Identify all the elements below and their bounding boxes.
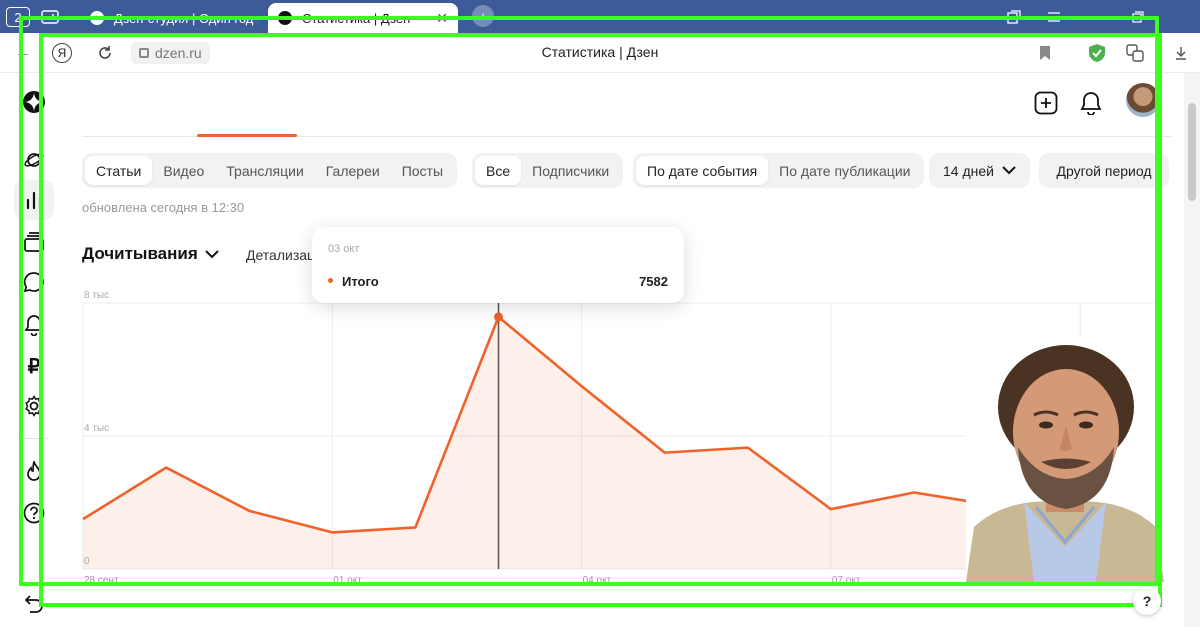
planet-icon[interactable] [22,148,46,172]
y-tick-label: 8 тыс [84,290,110,301]
dzen-logo-icon[interactable] [22,90,46,114]
tooltip-series-name: Итого [342,274,379,289]
x-tick-label: 28 сент [84,575,119,586]
ruble-icon[interactable]: ₽ [22,354,46,378]
x-tick-label: 04 окт [582,575,612,586]
downloads-icon[interactable] [1170,42,1192,64]
tab-all[interactable]: Все [475,156,522,185]
avatar[interactable] [1126,83,1160,117]
tab-by-event-date[interactable]: По дате события [636,156,769,185]
tabs-grid-icon[interactable] [38,6,62,28]
dzen-favicon-icon [90,11,104,25]
tab-streams[interactable]: Трансляции [215,156,314,185]
translate-icon[interactable] [1124,42,1146,64]
x-tick-label: 07 окт [831,575,861,586]
tab-statistics[interactable]: Статистика | Дзен ✕ [268,3,458,33]
tab-title: Дзен-студия | Один год н [114,10,258,26]
y-tick-label: 4 тыс [84,423,110,434]
metric-selector[interactable]: Дочитывания [82,244,219,264]
chart-tooltip: 03 окт Итого 7582 [312,227,684,303]
help-circle-icon[interactable] [22,501,46,525]
person-photo [966,337,1164,582]
chevron-down-icon [205,249,219,258]
help-bubble-button[interactable]: ? [1133,587,1161,615]
notifications-bell-icon[interactable] [22,313,46,337]
fire-icon[interactable] [22,460,46,484]
series-color-dot [328,278,333,283]
date-mode-segment: По дате события По дате публикации [633,153,925,188]
window-title: Статистика | Дзен [541,44,659,60]
highlighted-data-point [494,312,504,322]
create-plus-icon[interactable] [1033,90,1059,116]
chevron-down-icon [1002,166,1016,175]
tab-video[interactable]: Видео [152,156,215,185]
period-label: 14 дней [943,162,994,179]
bell-icon[interactable] [1078,90,1104,116]
dzen-favicon-icon [278,11,292,25]
audience-segment: Все Подписчики [472,153,624,188]
tab-counter-icon[interactable]: 2 [6,7,30,27]
tab-articles[interactable]: Статьи [85,156,153,185]
rail-divider [22,438,48,439]
other-period-button[interactable]: Другой период [1039,153,1169,188]
close-tab-icon[interactable]: ✕ [436,10,448,27]
tab-counter: 2 [14,9,22,25]
comments-icon[interactable] [22,270,46,294]
collections-icon[interactable] [1002,6,1026,28]
address-bar: ← Я dzen.ru Статистика | Дзен [0,33,1200,73]
tab-dzen-studio[interactable]: Дзен-студия | Один год н [80,3,268,33]
protect-shield-icon[interactable] [1086,42,1108,64]
tab-subscribers[interactable]: Подписчики [521,156,620,185]
bookmark-icon[interactable] [1034,42,1056,64]
other-period-label: Другой период [1056,162,1152,179]
active-section-indicator [197,134,297,137]
period-dropdown[interactable]: 14 дней [929,153,1030,188]
browser-tab-strip: 2 Дзен-студия | Один год н Статистика | … [0,0,1200,33]
updated-timestamp: обновлена сегодня в 12:30 [82,200,245,215]
content-type-segment: Статьи Видео Трансляции Галереи Посты [82,153,458,188]
x-tick-label: 01 окт [333,575,362,586]
series-line [82,315,1081,534]
metric-title: Дочитывания [82,244,198,263]
tab-by-publication-date[interactable]: По дате публикации [768,156,921,185]
new-tab-button[interactable]: + [472,5,494,27]
tab-posts[interactable]: Посты [391,156,454,185]
menu-icon[interactable] [1042,6,1066,28]
tooltip-date: 03 окт [328,243,360,255]
y-tick-label: 0 [84,556,90,567]
tooltip-value: 7582 [639,274,668,289]
tab-galleries[interactable]: Галереи [315,156,391,185]
help-label: ? [1142,593,1152,609]
scroll-thumb[interactable] [1188,103,1196,201]
plus-icon: + [479,8,487,24]
cards-stack-icon[interactable] [22,230,46,254]
page-scrollbar[interactable] [1184,73,1200,627]
series-area-fill [83,316,1081,569]
tab-title: Статистика | Дзен [302,10,411,26]
exit-back-icon[interactable] [22,591,46,615]
settings-gear-icon[interactable] [22,394,46,418]
statistics-icon[interactable] [22,188,46,212]
restore-window-icon[interactable] [1126,6,1150,28]
left-navigation-rail: ₽ [0,73,66,627]
